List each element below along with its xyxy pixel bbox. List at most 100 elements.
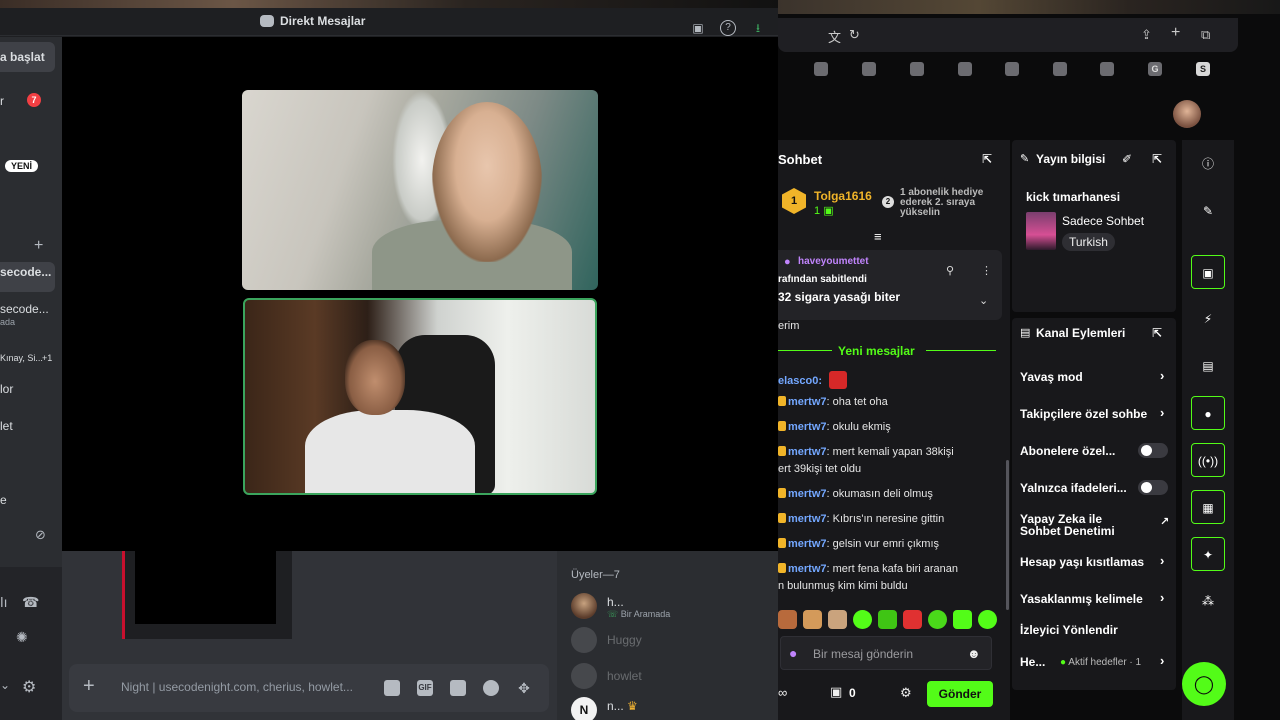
block-icon[interactable]: ⊘ — [35, 527, 46, 543]
chat-username[interactable]: mertw7 — [788, 538, 827, 550]
emote-icon[interactable] — [928, 610, 947, 629]
pinned-message[interactable]: ● haveyoumettet rafından sabitlendi 32 s… — [778, 250, 1002, 320]
emote-icon[interactable] — [828, 610, 847, 629]
message-composer[interactable]: + Night | usecodenight.com, cherius, how… — [69, 664, 549, 712]
slow-mode-action[interactable]: Yavaş mod — [1020, 370, 1083, 384]
chevron-right-icon[interactable]: › — [1160, 590, 1164, 605]
reload-icon[interactable]: ↻ — [849, 27, 860, 43]
video-tile-remote[interactable] — [242, 90, 598, 290]
ai-moderation-action-line2[interactable]: Sohbet Denetimi — [1020, 524, 1115, 538]
gift-icon[interactable] — [384, 680, 400, 696]
new-tab-icon[interactable]: + — [1171, 24, 1180, 42]
bookmark-g[interactable]: G — [1148, 62, 1162, 76]
more-options-icon[interactable]: ⋮ — [981, 264, 992, 277]
bookmark-icon[interactable] — [1005, 62, 1019, 76]
pin-icon[interactable]: ⚲ — [946, 264, 954, 277]
bookmark-icon[interactable] — [910, 62, 924, 76]
chevron-down-icon[interactable]: ⌄ — [0, 678, 10, 692]
points-icon[interactable]: ▣ — [830, 684, 842, 700]
info-icon[interactable]: ⓘ — [1191, 147, 1225, 181]
goals-action[interactable]: He... — [1020, 655, 1045, 669]
emote-icon[interactable] — [778, 610, 797, 629]
chat-username[interactable]: mertw7 — [788, 488, 827, 500]
sidebar-item-r[interactable]: r — [0, 94, 4, 108]
bookmark-icon[interactable] — [814, 62, 828, 76]
category-thumbnail[interactable] — [1026, 212, 1056, 250]
add-dm-icon[interactable]: + — [34, 237, 43, 255]
chevron-right-icon[interactable]: › — [1160, 368, 1164, 383]
emote-icon[interactable] — [978, 610, 997, 629]
download-icon[interactable]: ⭳ — [750, 20, 766, 36]
popout-icon[interactable]: ⇱ — [1152, 152, 1162, 166]
inbox-icon[interactable]: ▣ — [690, 20, 706, 36]
chat-scrollbar[interactable] — [1006, 460, 1009, 610]
emoji-icon[interactable] — [483, 680, 499, 696]
chat-username[interactable]: mertw7 — [788, 563, 827, 575]
popout-icon[interactable]: ⇱ — [1152, 326, 1162, 340]
group-dm-label[interactable]: Kınay, Si... — [0, 353, 43, 363]
edit-icon[interactable]: ✎ — [1191, 194, 1225, 228]
disconnect-icon[interactable]: ☎ — [22, 594, 39, 611]
wrench-icon[interactable]: ✦ — [1191, 537, 1225, 571]
dm-item-label-2[interactable]: secode... — [0, 302, 49, 316]
popout-icon[interactable]: ⇱ — [982, 152, 992, 166]
emote-icon[interactable] — [878, 610, 897, 629]
sidebar-item-lor[interactable]: lor — [0, 382, 13, 396]
filter-icon[interactable]: ≡ — [874, 229, 882, 244]
chat-username[interactable]: mertw7 — [788, 396, 827, 408]
attach-plus-icon[interactable]: + — [83, 676, 95, 696]
category-name[interactable]: Sadece Sohbet — [1062, 214, 1144, 228]
sidebar-item-e[interactable]: e — [0, 493, 7, 507]
share-icon[interactable]: ⇪ — [1141, 27, 1152, 43]
voice-signal-icon[interactable]: ǀı — [0, 594, 8, 610]
bookmark-icon[interactable] — [958, 62, 972, 76]
emote-icon[interactable] — [903, 610, 922, 629]
activity-icon[interactable]: ✺ — [16, 629, 28, 646]
bookmark-s[interactable]: S — [1196, 62, 1210, 76]
sidebar-item-let[interactable]: let — [0, 419, 13, 433]
subscribers-only-toggle[interactable] — [1138, 443, 1168, 458]
emoji-icon[interactable]: ☻ — [967, 646, 981, 661]
overlay-icon[interactable]: ▦ — [1191, 490, 1225, 524]
emote-icon[interactable] — [853, 610, 872, 629]
emotes-only-toggle[interactable] — [1138, 480, 1168, 495]
lightning-icon[interactable]: ⚡ — [1191, 302, 1225, 336]
banned-words-action[interactable]: Yasaklanmış kelimele — [1020, 592, 1143, 606]
notes-icon[interactable]: ▤ — [1191, 349, 1225, 383]
more-circles-icon[interactable]: ⁂ — [1191, 584, 1225, 618]
chevron-right-icon[interactable]: › — [1160, 405, 1164, 420]
host-viewers-action[interactable]: İzleyici Yönlendir — [1020, 623, 1118, 637]
infinity-icon[interactable]: ∞ — [778, 685, 787, 700]
account-age-action[interactable]: Hesap yaşı kısıtlamas — [1020, 555, 1144, 569]
chat-bubble-icon[interactable]: ● — [1191, 396, 1225, 430]
chevron-down-icon[interactable]: ⌄ — [979, 294, 988, 307]
chat-username[interactable]: elasco0: — [778, 375, 822, 387]
profile-avatar[interactable] — [1173, 100, 1201, 128]
chat-message-input[interactable]: ● Bir mesaj gönderin ☻ — [780, 636, 992, 670]
sticker-icon[interactable] — [450, 680, 466, 696]
external-link-icon[interactable]: ↗ — [1160, 515, 1169, 528]
apps-icon[interactable]: ✥ — [516, 680, 532, 696]
chat-settings-gear-icon[interactable]: ⚙ — [900, 685, 912, 701]
help-icon[interactable]: ? — [720, 20, 736, 36]
chat-username[interactable]: mertw7 — [788, 446, 827, 458]
bookmark-icon[interactable] — [1053, 62, 1067, 76]
gift-leaderboard[interactable]: 1 Tolga1616 1 ▣ 2 1 abonelik hediye eder… — [782, 188, 1006, 218]
chevron-right-icon[interactable]: › — [1160, 553, 1164, 568]
language-tag[interactable]: Turkish — [1062, 233, 1115, 251]
emote-icon[interactable] — [803, 610, 822, 629]
gif-icon[interactable]: GIF — [417, 680, 433, 696]
broadcast-icon[interactable]: ((•)) — [1191, 443, 1225, 477]
bookmark-icon[interactable] — [1100, 62, 1114, 76]
emote-icon[interactable] — [953, 610, 972, 629]
translate-icon[interactable]: 文 — [828, 27, 841, 46]
chat-username[interactable]: mertw7 — [788, 421, 827, 433]
address-bar[interactable]: 文 ↻ ⇪ + ⧉ — [778, 18, 1238, 52]
stream-preview[interactable] — [135, 551, 276, 624]
edit-pencil-icon[interactable]: ✐ — [1122, 152, 1132, 166]
chevron-right-icon[interactable]: › — [1160, 653, 1164, 668]
send-button[interactable]: Gönder — [927, 681, 993, 707]
chat-username[interactable]: mertw7 — [788, 513, 827, 525]
support-headset-icon[interactable]: ◯ — [1182, 662, 1226, 706]
bookmark-icon[interactable] — [862, 62, 876, 76]
